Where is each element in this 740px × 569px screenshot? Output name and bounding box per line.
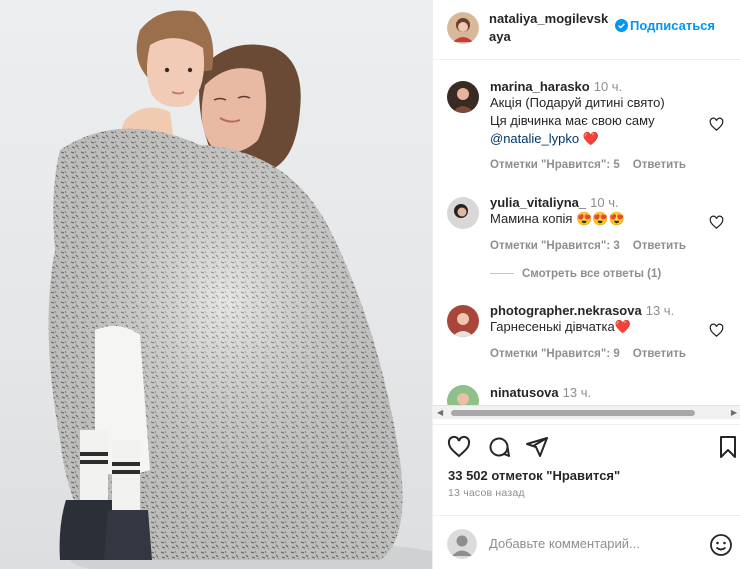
heart-icon[interactable] — [709, 117, 724, 132]
comment-time: 13 ч. — [645, 303, 675, 318]
comment-likes-count[interactable]: Отметки "Нравится": 5 — [490, 159, 620, 171]
comments-list[interactable]: marina_harasko 10 ч. Акція (Подаруй дитин… — [433, 61, 740, 414]
comment-username[interactable]: yulia_vitaliyna_ — [490, 195, 586, 210]
add-comment-bar — [433, 515, 740, 569]
comment-time: 10 ч. — [590, 195, 619, 210]
comment-username[interactable]: ninatusova — [490, 385, 559, 400]
heart-icon[interactable] — [709, 215, 724, 230]
comment-text: Мамина копія — [490, 211, 573, 226]
share-icon[interactable] — [525, 435, 549, 459]
likes-count[interactable]: 33 502 отметок "Нравится" — [448, 468, 620, 483]
verified-badge-icon — [615, 19, 628, 32]
reply-button[interactable]: Ответить — [633, 159, 686, 171]
commenter-avatar[interactable] — [447, 81, 479, 113]
comment-time: 13 ч. — [562, 385, 592, 400]
comment-icon[interactable] — [487, 435, 511, 459]
post-header: nataliya_mogilevskaya Подписаться — [433, 0, 740, 60]
view-replies-button[interactable]: Смотреть все ответы (1) — [490, 268, 661, 280]
current-user-avatar — [447, 529, 477, 559]
comment-text-line: Ця дівчинка має свою саму — [490, 113, 655, 128]
photo-illustration — [48, 10, 432, 569]
add-comment-input[interactable] — [489, 536, 689, 551]
reply-button[interactable]: Ответить — [633, 348, 686, 360]
heart-icon[interactable] — [447, 435, 471, 459]
post-side-panel: nataliya_mogilevskaya Подписаться marina… — [432, 0, 740, 569]
horizontal-scrollbar[interactable]: ◀ ▶ — [433, 405, 740, 419]
mention-link[interactable]: @natalie_lypko — [490, 131, 579, 146]
scrollbar-thumb[interactable] — [451, 410, 695, 416]
comment-text: Гарнесенькі дівчатка — [490, 319, 615, 334]
commenter-avatar[interactable] — [447, 305, 479, 337]
commenter-avatar[interactable] — [447, 197, 479, 229]
follow-button[interactable]: Подписаться — [630, 18, 715, 33]
bookmark-icon[interactable] — [716, 435, 740, 459]
comment-time: 10 ч. — [593, 79, 623, 94]
scroll-right-icon[interactable]: ▶ — [731, 408, 737, 417]
post-time[interactable]: 13 часов назад — [448, 487, 525, 499]
comment-text-line: Акція (Подаруй дитині свято) — [490, 95, 665, 110]
heart-icon[interactable] — [709, 323, 724, 338]
heart-emoji: ❤️ — [582, 131, 599, 146]
scroll-left-icon[interactable]: ◀ — [437, 408, 443, 417]
comment-likes-count[interactable]: Отметки "Нравится": 9 — [490, 348, 620, 360]
heart-emoji: ❤️ — [614, 319, 631, 334]
emoji-icon[interactable] — [709, 533, 733, 557]
post-photo[interactable] — [0, 0, 432, 569]
reply-button[interactable]: Ответить — [633, 240, 686, 252]
author-username[interactable]: nataliya_mogilevskaya — [489, 10, 609, 46]
author-avatar[interactable] — [447, 12, 479, 44]
post-actions — [433, 424, 740, 464]
comment-username[interactable]: photographer.nekrasova — [490, 303, 642, 318]
comment-likes-count[interactable]: Отметки "Нравится": 3 — [490, 240, 620, 252]
comment-username[interactable]: marina_harasko — [490, 79, 590, 94]
emoji-text: 😍😍😍 — [576, 211, 625, 226]
